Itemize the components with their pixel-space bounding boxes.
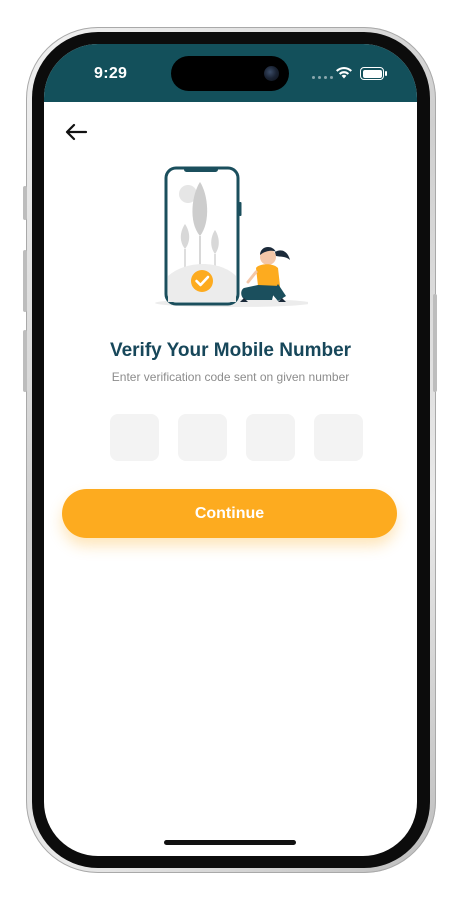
app-screen: 9:29 Verify Your Mobile Number Enter ver… — [44, 44, 417, 856]
page-title: Verify Your Mobile Number — [109, 340, 352, 361]
action-button — [23, 186, 27, 220]
otp-digit-1[interactable] — [110, 414, 159, 461]
volume-up-button — [23, 250, 27, 312]
volume-down-button — [23, 330, 27, 392]
otp-input-group — [110, 414, 363, 461]
otp-digit-4[interactable] — [314, 414, 363, 461]
cellular-signal-icon — [312, 76, 333, 79]
continue-button[interactable]: Continue — [62, 489, 397, 538]
status-time: 9:29 — [94, 65, 128, 82]
home-indicator[interactable] — [164, 840, 296, 845]
battery-icon — [360, 67, 387, 80]
dynamic-island — [171, 56, 289, 91]
wifi-icon — [336, 66, 352, 79]
otp-digit-3[interactable] — [246, 414, 295, 461]
camera-icon — [264, 66, 279, 81]
otp-digit-2[interactable] — [178, 414, 227, 461]
phone-verification-illustration — [155, 166, 308, 307]
power-button — [433, 294, 437, 392]
back-arrow-icon[interactable] — [64, 122, 88, 142]
status-bar: 9:29 — [44, 44, 417, 102]
page-subtitle: Enter verification code sent on given nu… — [111, 370, 350, 384]
